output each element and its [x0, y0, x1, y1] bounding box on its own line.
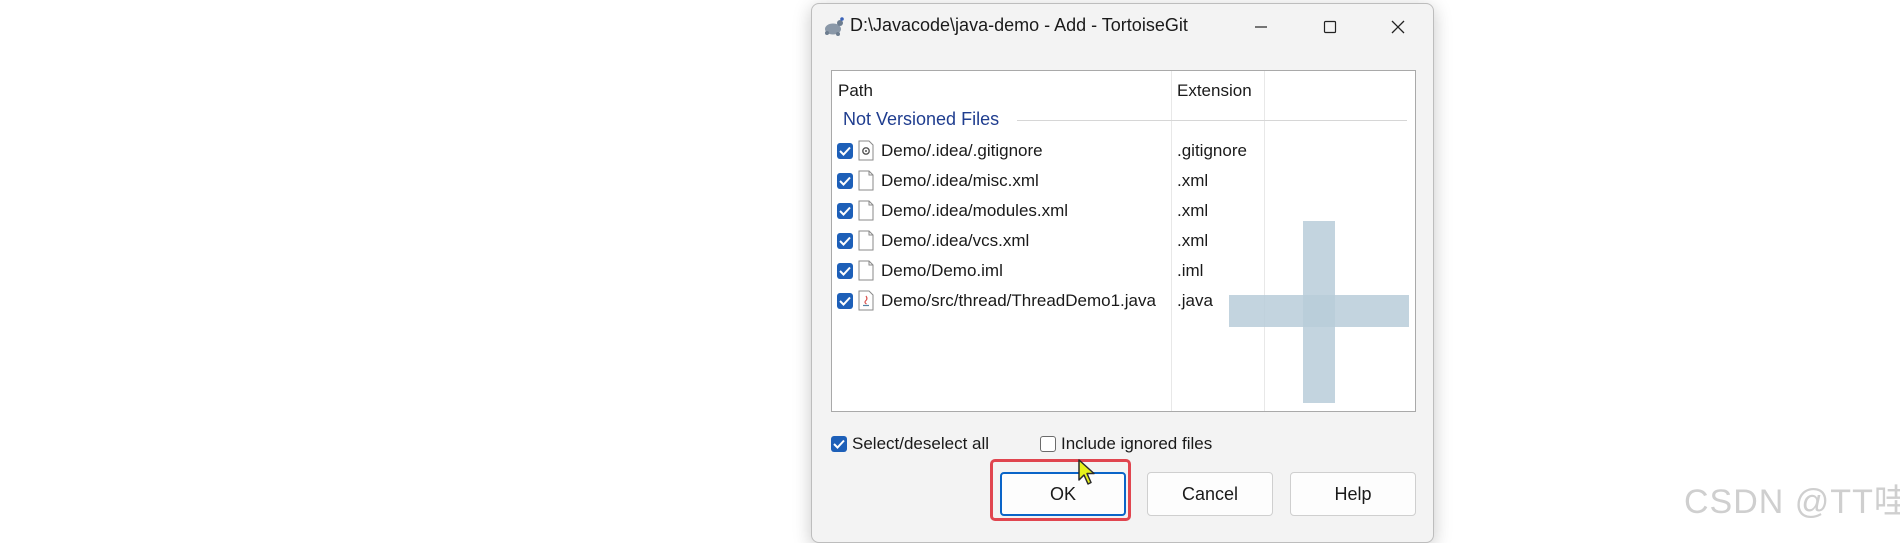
file-extension: .java: [1177, 291, 1213, 310]
list-item[interactable]: Demo/.idea/misc.xml .xml: [832, 166, 1415, 196]
file-extension: .gitignore: [1177, 141, 1247, 160]
list-item[interactable]: Demo/.idea/.gitignore .gitignore: [832, 136, 1415, 166]
watermark: CSDN @TT哇: [1684, 483, 1900, 521]
file-extension: .xml: [1177, 231, 1209, 250]
file-icon: [858, 170, 874, 191]
check-icon: [839, 236, 851, 246]
column-header-extension[interactable]: Extension: [1177, 81, 1252, 101]
check-icon: [839, 206, 851, 216]
group-divider: [1017, 120, 1407, 121]
file-icon: [858, 260, 874, 281]
maximize-button[interactable]: [1310, 12, 1350, 42]
select-all-label: Select/deselect all: [852, 434, 990, 453]
file-path: Demo/.idea/vcs.xml: [881, 231, 1030, 250]
check-icon: [833, 439, 845, 449]
maximize-icon: [1323, 20, 1337, 34]
row-checkbox[interactable]: [837, 143, 853, 159]
include-ignored-label: Include ignored files: [1061, 434, 1213, 453]
checkbox-unchecked[interactable]: [1040, 436, 1056, 452]
file-extension: .xml: [1177, 201, 1209, 220]
file-extension: .xml: [1177, 171, 1209, 190]
cancel-button[interactable]: Cancel: [1147, 472, 1273, 516]
group-header[interactable]: Not Versioned Files: [843, 109, 999, 130]
row-checkbox[interactable]: [837, 173, 853, 189]
file-path: Demo/.idea/misc.xml: [881, 171, 1039, 190]
include-ignored-checkbox[interactable]: Include ignored files: [1040, 434, 1240, 456]
file-path: Demo/Demo.iml: [881, 261, 1003, 280]
check-icon: [839, 296, 851, 306]
file-path: Demo/.idea/modules.xml: [881, 201, 1069, 220]
file-icon: [858, 200, 874, 221]
row-checkbox[interactable]: [837, 233, 853, 249]
ok-button-highlight: [990, 459, 1131, 521]
close-button[interactable]: [1378, 12, 1418, 42]
minimize-button[interactable]: [1241, 12, 1281, 42]
title-bar[interactable]: D:\Javacode\java-demo - Add - TortoiseGi…: [812, 4, 1433, 48]
row-checkbox[interactable]: [837, 293, 853, 309]
plus-horizontal-bar: [1229, 295, 1409, 327]
mouse-cursor-icon: [1078, 459, 1095, 485]
minimize-icon: [1255, 26, 1267, 28]
checkbox-checked[interactable]: [831, 436, 847, 452]
check-icon: [839, 146, 851, 156]
select-all-checkbox[interactable]: Select/deselect all: [831, 434, 1001, 456]
column-header-path[interactable]: Path: [838, 81, 873, 101]
java-file-icon: [858, 290, 874, 311]
close-icon: [1391, 20, 1405, 34]
config-file-icon: [858, 140, 874, 161]
check-icon: [839, 266, 851, 276]
row-checkbox[interactable]: [837, 203, 853, 219]
file-extension: .iml: [1177, 261, 1204, 280]
help-button[interactable]: Help: [1290, 472, 1416, 516]
check-icon: [839, 176, 851, 186]
row-checkbox[interactable]: [837, 263, 853, 279]
add-plus-icon: [1229, 221, 1409, 403]
file-icon: [858, 230, 874, 251]
tortoisegit-icon: [825, 17, 844, 36]
window-title: D:\Javacode\java-demo - Add - TortoiseGi…: [850, 15, 1188, 35]
file-path: Demo/.idea/.gitignore: [881, 141, 1043, 160]
file-path: Demo/src/thread/ThreadDemo1.java: [881, 291, 1156, 310]
